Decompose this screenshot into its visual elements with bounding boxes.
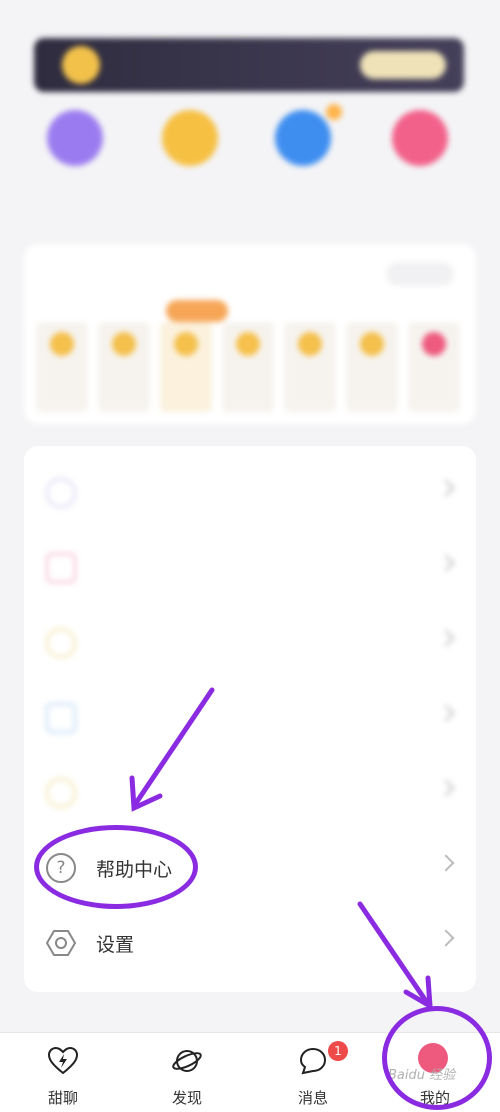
tab-label: 发现 [171,1089,202,1107]
tab-sweet-chat[interactable]: 甜聊 [8,1033,118,1112]
signin-day[interactable] [284,322,336,412]
menu-item-label: 设置 [96,934,135,956]
menu-card: ? 帮助中心 设置 [24,446,476,992]
menu-item-bind[interactable] [24,683,476,753]
menu-item-my-dynamic[interactable] [24,458,476,528]
reward-icon [392,110,448,166]
tab-label: 消息 [297,1089,328,1107]
coin-icon [112,332,136,356]
quick-action-invite[interactable] [135,110,245,220]
medal-icon [46,778,76,808]
dynamic-icon [46,478,76,508]
chevron-right-icon [437,779,455,797]
signin-day[interactable] [36,322,88,412]
chevron-right-icon [437,554,455,572]
chevron-right-icon [437,479,455,497]
gift-box-icon [422,332,446,356]
chevron-right-icon [437,929,455,947]
banner-open-button[interactable] [360,51,446,79]
coin-icon [236,332,260,356]
signin-rule-button[interactable] [386,262,454,286]
chevron-right-icon [437,629,455,647]
signin-day[interactable] [408,322,460,412]
coin-icon [174,332,198,356]
status-bar [0,0,500,28]
menu-item-settings[interactable]: 设置 [24,908,476,978]
quick-action-task-center[interactable] [20,110,130,220]
star-icon [46,628,76,658]
signin-day[interactable] [222,322,274,412]
vip-banner[interactable] [34,38,464,92]
annotation-ring-help [34,825,198,909]
crown-icon [47,110,103,166]
signin-day[interactable] [346,322,398,412]
unread-badge: 1 [328,1041,348,1061]
coin-icon [50,332,74,356]
planet-icon [172,1050,202,1072]
quick-action-recharge[interactable] [248,104,358,220]
chat-bubble-icon [299,1047,327,1075]
annotation-ring-mine [382,1006,492,1110]
chevron-right-icon [437,704,455,722]
signin-day[interactable] [98,322,150,412]
menu-item-medal[interactable] [24,758,476,828]
coin-icon [298,332,322,356]
wallet-icon [275,110,331,166]
menu-item-rank[interactable] [24,608,476,678]
bind-icon [46,703,76,733]
chevron-right-icon [437,854,455,872]
gift-icon [162,110,218,166]
mascot-icon [62,46,100,84]
menu-item-my-guard[interactable] [24,533,476,603]
quick-action-badge [326,104,342,120]
heart-icon [46,553,76,583]
heart-bolt-icon [47,1046,79,1075]
settings-hexagon-icon [46,930,76,956]
signin-day[interactable] [160,322,212,412]
quick-actions [20,104,480,220]
tab-label: 甜聊 [47,1089,78,1107]
signin-card [24,244,476,424]
signin-days [36,300,468,412]
quick-action-rewards[interactable] [365,110,475,220]
tab-messages[interactable]: 1 消息 [258,1033,368,1112]
signin-today-badge [166,300,228,322]
tab-discover[interactable]: 发现 [132,1033,242,1112]
coin-icon [360,332,384,356]
